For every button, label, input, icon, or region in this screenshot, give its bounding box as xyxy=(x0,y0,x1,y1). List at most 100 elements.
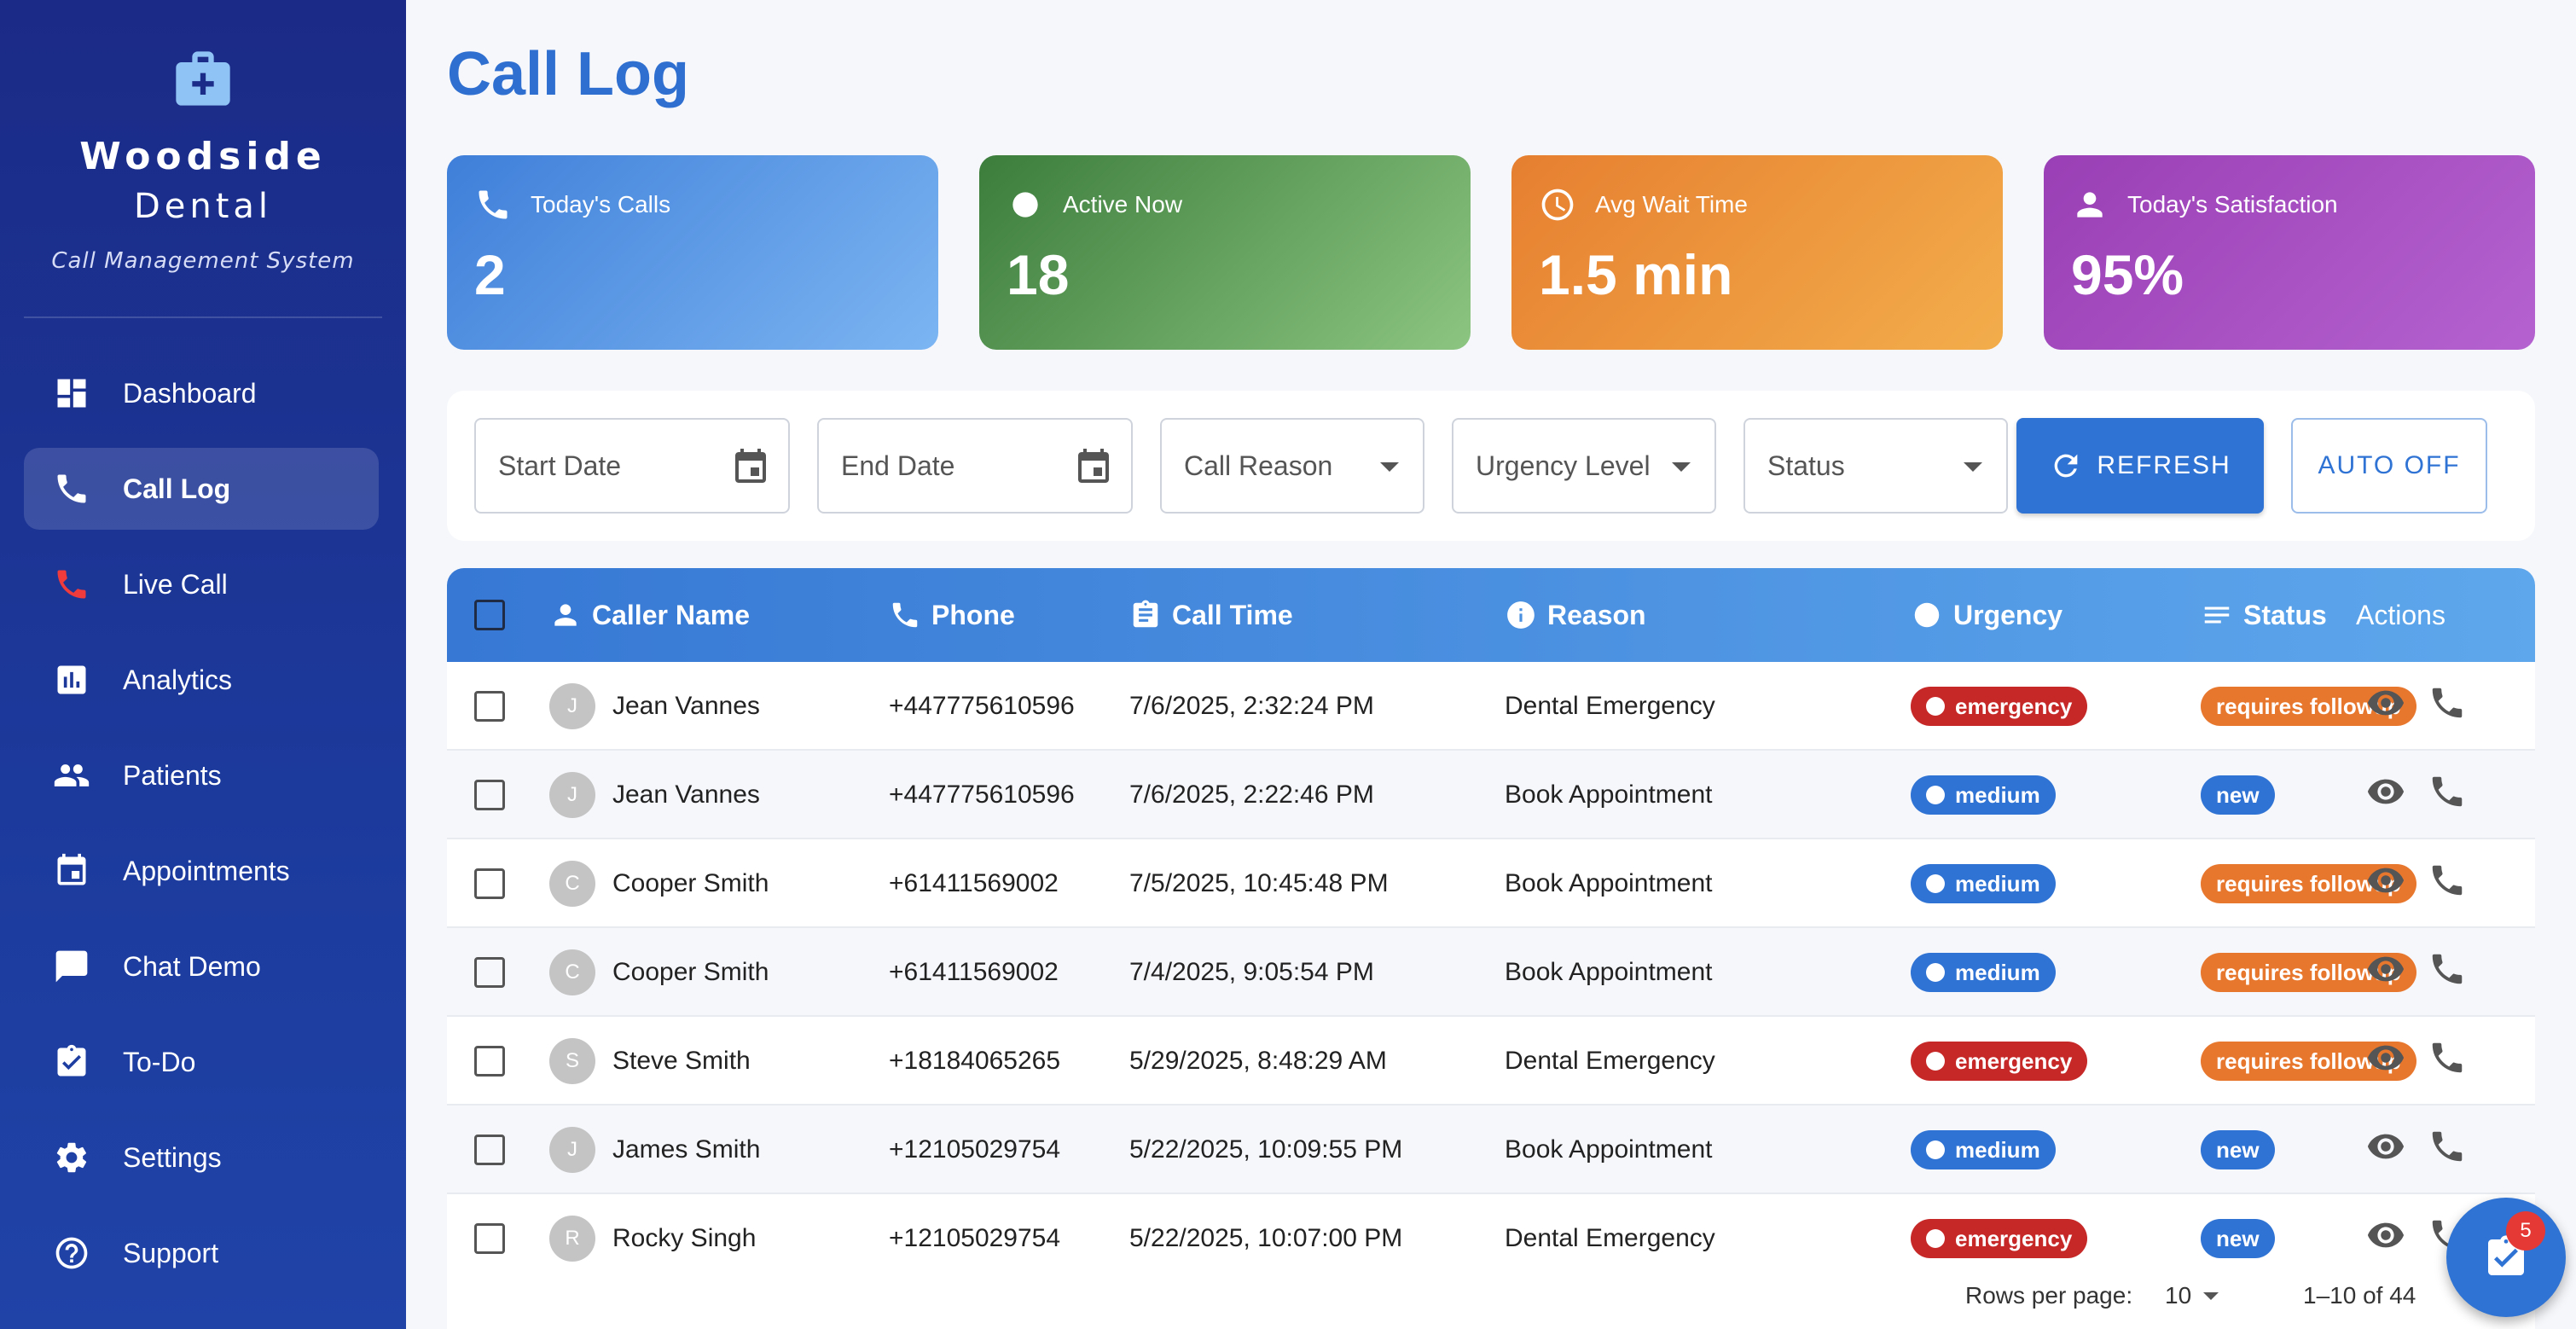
brand: Woodside Dental Call Management System xyxy=(0,0,406,274)
caller-name: Rocky Singh xyxy=(612,1224,757,1252)
sidebar-item-label: Analytics xyxy=(123,664,233,695)
dot-icon xyxy=(1012,192,1038,218)
table-row[interactable]: C Cooper Smith +61411569002 7/5/2025, 10:45… xyxy=(447,839,2535,928)
header-reason[interactable]: Reason xyxy=(1505,568,1646,662)
dot-icon xyxy=(1926,874,1945,893)
call-icon[interactable] xyxy=(2428,683,2467,729)
stat-value: 95% xyxy=(2071,243,2184,306)
end-date-field[interactable]: End Date xyxy=(817,418,1133,514)
table-header: Caller Name Phone Call Time Urgency Reas… xyxy=(447,568,2535,662)
view-icon[interactable] xyxy=(2366,1038,2405,1084)
table-row[interactable]: J Jean Vannes +447775610596 7/6/2025, 2:22:… xyxy=(447,751,2535,839)
urgency-label: medium xyxy=(1955,781,2040,808)
sidebar-item-call-log[interactable]: Call Log xyxy=(24,448,379,530)
call-time: 7/6/2025, 2:32:24 PM xyxy=(1129,692,1374,720)
urgency-level-select[interactable]: Urgency Level xyxy=(1452,418,1716,514)
header-label: Status xyxy=(2243,599,2327,630)
caller-name: Cooper Smith xyxy=(612,869,769,897)
todo-fab-button[interactable]: 5 xyxy=(2446,1198,2566,1317)
urgency-badge: emergency xyxy=(1911,687,2088,726)
avatar: R xyxy=(549,1216,595,1262)
phone-number: +61411569002 xyxy=(889,869,1059,897)
sidebar-item-dashboard[interactable]: Dashboard xyxy=(24,352,379,434)
urgency-badge: medium xyxy=(1911,775,2056,815)
urgency-badge: medium xyxy=(1911,953,2056,992)
rows-per-page-value: 10 xyxy=(2165,1282,2192,1309)
sidebar-item-live-call[interactable]: Live Call xyxy=(24,543,379,625)
row-checkbox[interactable] xyxy=(474,957,505,988)
rows-per-page-select[interactable]: 10 xyxy=(2165,1262,2219,1329)
refresh-button[interactable]: REFRESH xyxy=(2016,418,2264,514)
row-checkbox[interactable] xyxy=(474,780,505,810)
sidebar-item-support[interactable]: Support xyxy=(24,1212,379,1294)
sidebar-item-chat-demo[interactable]: Chat Demo xyxy=(24,926,379,1007)
call-time: 5/22/2025, 10:09:55 PM xyxy=(1129,1135,1403,1164)
sidebar-item-patients[interactable]: Patients xyxy=(24,734,379,816)
table-row[interactable]: C Cooper Smith +61411569002 7/4/2025, 9:05:… xyxy=(447,928,2535,1017)
urgency-label: medium xyxy=(1955,1136,2040,1163)
view-icon[interactable] xyxy=(2366,949,2405,995)
view-icon[interactable] xyxy=(2366,1216,2405,1262)
filter-bar: Start Date End Date Call Reason Urgency … xyxy=(447,391,2535,541)
sidebar-item-to-do[interactable]: To-Do xyxy=(24,1021,379,1103)
table-row[interactable]: J James Smith +12105029754 5/22/2025, 10:09… xyxy=(447,1106,2535,1194)
header-urgency[interactable]: Urgency xyxy=(1911,568,2063,662)
call-icon[interactable] xyxy=(2428,1038,2467,1084)
header-call-time[interactable]: Call Time xyxy=(1129,568,1293,662)
call-icon[interactable] xyxy=(2428,949,2467,995)
caller-name: Steve Smith xyxy=(612,1047,751,1075)
chevron-down-icon xyxy=(1672,462,1691,472)
call-reason: Book Appointment xyxy=(1505,958,1713,986)
view-icon[interactable] xyxy=(2366,772,2405,818)
sidebar-item-appointments[interactable]: Appointments xyxy=(24,830,379,912)
header-status[interactable]: Status xyxy=(2201,568,2327,662)
stat-card-satisfaction: Today's Satisfaction 95% xyxy=(2044,155,2535,350)
header-phone[interactable]: Phone xyxy=(889,568,1015,662)
brand-sub: Dental xyxy=(133,187,273,226)
stat-label: Avg Wait Time xyxy=(1595,191,1748,218)
auto-refresh-toggle[interactable]: AUTO OFF xyxy=(2291,418,2487,514)
refresh-icon xyxy=(2054,454,2078,478)
row-checkbox[interactable] xyxy=(474,1135,505,1165)
sidebar-item-label: To-Do xyxy=(123,1046,196,1077)
table-row[interactable]: J Jean Vannes +447775610596 7/6/2025, 2:32:… xyxy=(447,662,2535,751)
row-checkbox[interactable] xyxy=(474,1046,505,1077)
caller-name: Jean Vannes xyxy=(612,781,760,809)
call-icon[interactable] xyxy=(2428,772,2467,818)
chevron-down-icon xyxy=(2203,1291,2219,1300)
select-all-checkbox[interactable] xyxy=(474,600,505,630)
auto-label: AUTO OFF xyxy=(2318,451,2461,479)
status-select[interactable]: Status xyxy=(1743,418,2008,514)
phone-number: +61411569002 xyxy=(889,958,1059,986)
sidebar-item-label: Dashboard xyxy=(123,377,257,409)
header-label: Urgency xyxy=(1953,599,2063,630)
sidebar-item-analytics[interactable]: Analytics xyxy=(24,639,379,721)
stat-value: 1.5 min xyxy=(1539,243,1733,306)
row-checkbox[interactable] xyxy=(474,691,505,722)
table-body: J Jean Vannes +447775610596 7/6/2025, 2:32:… xyxy=(447,662,2535,1283)
calendar-icon[interactable] xyxy=(1073,445,1114,486)
call-reason-label: Call Reason xyxy=(1184,450,1333,481)
sidebar-item-settings[interactable]: Settings xyxy=(24,1117,379,1198)
header-caller-name[interactable]: Caller Name xyxy=(549,568,750,662)
status-label: new xyxy=(2216,781,2260,808)
urgency-label: emergency xyxy=(1955,1048,2073,1074)
row-checkbox[interactable] xyxy=(474,1223,505,1254)
view-icon[interactable] xyxy=(2366,683,2405,729)
phone-icon xyxy=(892,602,918,628)
row-checkbox[interactable] xyxy=(474,868,505,899)
call-icon[interactable] xyxy=(2428,861,2467,907)
calendar-icon[interactable] xyxy=(730,445,771,486)
help-icon xyxy=(53,1234,90,1272)
view-icon[interactable] xyxy=(2366,861,2405,907)
start-date-field[interactable]: Start Date xyxy=(474,418,790,514)
info-icon xyxy=(1507,601,1535,629)
urgency-level-label: Urgency Level xyxy=(1476,450,1651,481)
phone-icon xyxy=(53,470,90,508)
call-reason-select[interactable]: Call Reason xyxy=(1160,418,1424,514)
call-icon[interactable] xyxy=(2428,1127,2467,1173)
checklist-icon xyxy=(53,1043,90,1081)
view-icon[interactable] xyxy=(2366,1127,2405,1173)
people-icon xyxy=(53,757,90,794)
table-row[interactable]: S Steve Smith +18184065265 5/29/2025, 8:48:… xyxy=(447,1017,2535,1106)
